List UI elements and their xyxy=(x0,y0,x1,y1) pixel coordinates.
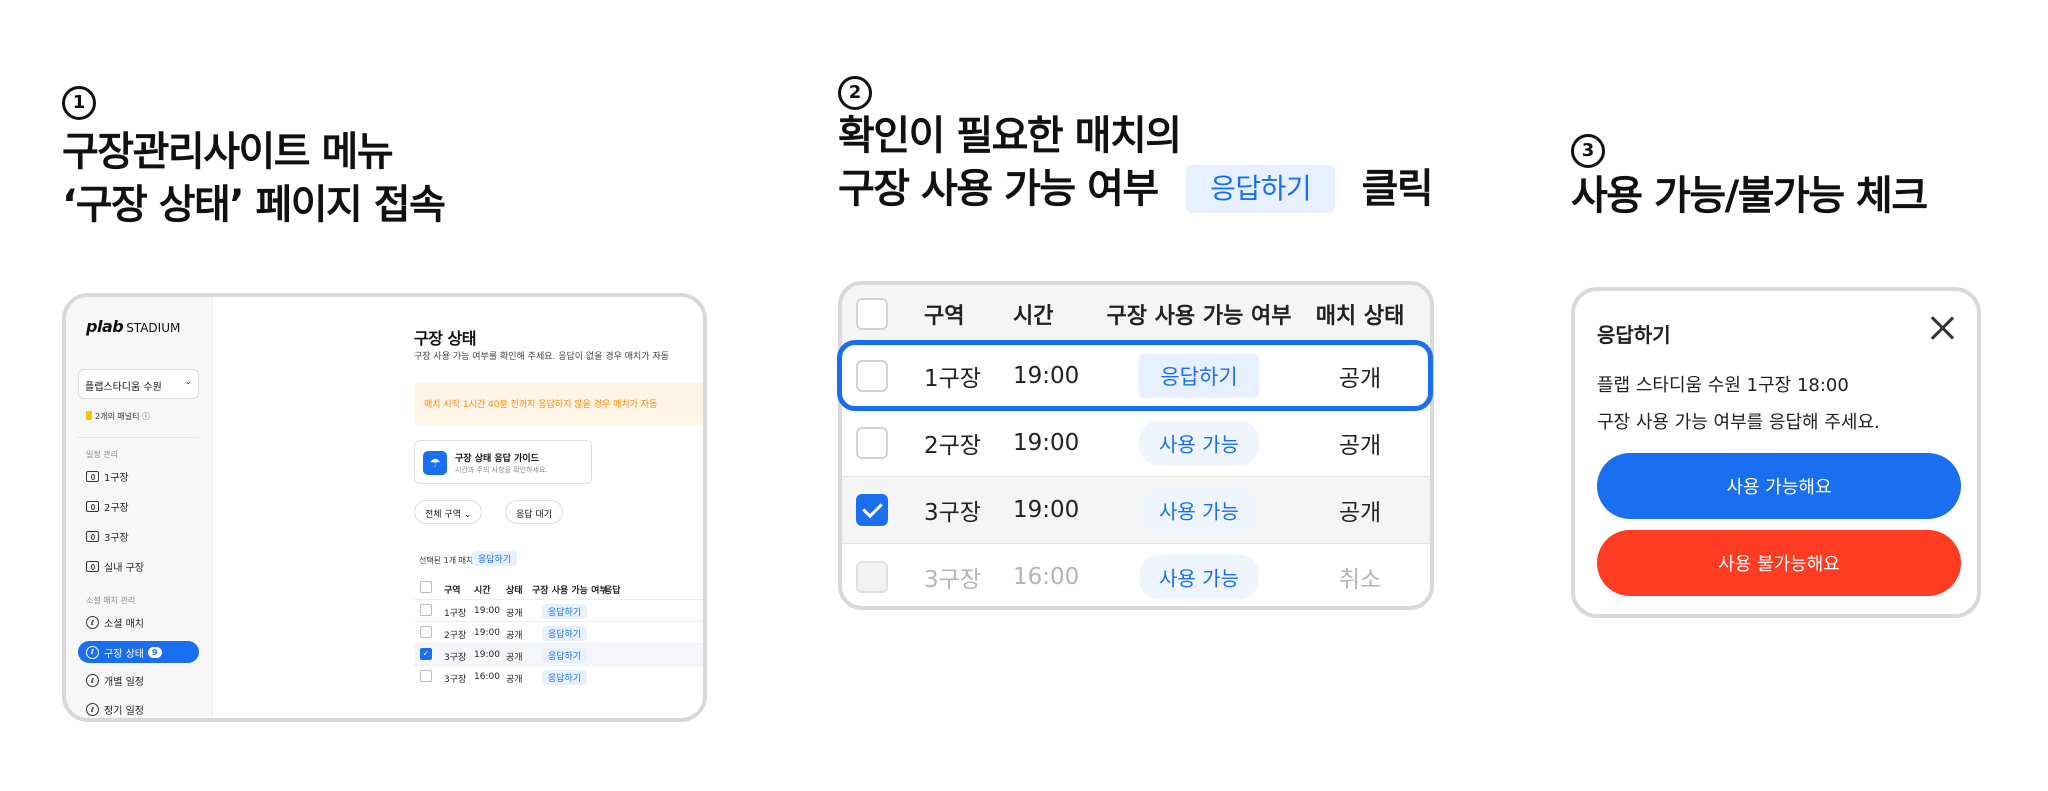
sidebar-item-court-status[interactable]: ℓ 구장 상태 9 xyxy=(78,641,199,663)
court-icon xyxy=(86,561,99,572)
page-description: 구장 사용 가능 여부를 확인해 주세요. 응답이 없을 경우 매치가 자동 xyxy=(414,352,670,362)
guide-subtitle: 시간과 주의 사항을 확인하세요. xyxy=(455,466,548,474)
unavailable-button[interactable]: 사용 불가능해요 xyxy=(1597,530,1961,596)
respond-button[interactable]: 응답하기 xyxy=(542,626,588,641)
chevron-down-icon: ⌄ xyxy=(463,510,472,520)
row-highlight-outline xyxy=(837,340,1433,411)
close-icon[interactable] xyxy=(1929,315,1955,341)
status-filter[interactable]: 응답 대기 xyxy=(505,500,563,524)
page-title: 구장 상태 xyxy=(414,329,476,348)
match-info: 플랩 스타디움 수원 1구장 18:00 xyxy=(1597,375,1849,396)
availability-badge[interactable]: 사용 가능 xyxy=(1139,487,1259,533)
row-checkbox[interactable] xyxy=(420,670,432,682)
step-2-heading: 2 확인이 필요한 매치의 구장 사용 가능 여부 응답하기 클릭 xyxy=(838,76,1434,216)
bulk-respond-button[interactable]: 응답하기 xyxy=(472,551,518,566)
zone-filter[interactable]: 전체 구역 ⌄ xyxy=(414,500,483,524)
modal-title: 응답하기 xyxy=(1597,323,1671,347)
table-row[interactable]: ✓ 3구장 19:00 공개 응답하기 xyxy=(414,643,703,665)
main-content: 구장 상태 구장 사용 가능 여부를 확인해 주세요. 응답이 없을 경우 매치… xyxy=(213,297,703,718)
step-number-badge: 1 xyxy=(62,86,96,120)
sidebar-item-personal-schedule[interactable]: ℓ 개별 일정 xyxy=(86,673,144,688)
court-icon xyxy=(86,471,99,482)
sidebar-section-schedule: 일정 관리 xyxy=(86,450,118,459)
row-checkbox[interactable]: ✓ xyxy=(420,648,432,660)
sidebar-item-court-1[interactable]: 1구장 xyxy=(86,469,129,484)
table-row[interactable]: 1구장 19:00 공개 응답하기 xyxy=(414,599,703,621)
sidebar-item-court-3[interactable]: 3구장 xyxy=(86,529,129,544)
penalty-icon xyxy=(86,411,92,420)
table-row[interactable]: 3구장 16:00 사용 가능 취소 xyxy=(842,543,1430,606)
row-checkbox[interactable] xyxy=(420,604,432,616)
respond-button[interactable]: 응답하기 xyxy=(542,604,588,619)
step-number-badge: 2 xyxy=(838,76,872,110)
ball-icon: ℓ xyxy=(86,616,99,629)
selected-count: 선택된 1개 매치 xyxy=(419,556,474,565)
response-guide-card[interactable]: ☂ 구장 상태 응답 가이드 시간과 주의 사항을 확인하세요. xyxy=(414,440,592,484)
respond-badge-example: 응답하기 xyxy=(1186,165,1336,213)
respond-modal: 응답하기 플랩 스타디움 수원 1구장 18:00 구장 사용 가능 여부를 응… xyxy=(1571,287,1981,618)
row-checkbox[interactable] xyxy=(856,494,888,526)
sidebar-item-court-2[interactable]: 2구장 xyxy=(86,499,129,514)
step-3-heading: 3 사용 가능/불가능 체크 xyxy=(1571,134,1928,223)
sidebar-divider xyxy=(78,437,199,438)
sidebar-item-indoor-court[interactable]: 실내 구장 xyxy=(86,559,144,574)
step-2-title-line1: 확인이 필요한 매치의 xyxy=(838,113,1182,159)
table-row[interactable]: 2구장 19:00 공개 응답하기 xyxy=(414,621,703,643)
guide-title: 구장 상태 응답 가이드 xyxy=(455,454,539,464)
count-badge: 9 xyxy=(147,646,162,658)
chevron-down-icon: ⌄ xyxy=(184,377,192,387)
select-all-checkbox[interactable] xyxy=(856,297,888,330)
warning-banner: 매치 시작 1시간 40분 전까지 응답하지 않을 경우 매치가 자동 xyxy=(414,383,703,425)
sidebar-item-regular-schedule[interactable]: ℓ 정기 일정 xyxy=(86,702,144,717)
availability-table: 구역 시간 구장 사용 가능 여부 매치 상태 1구장 19:00 응답하기 공… xyxy=(838,281,1434,610)
court-admin-screenshot: plab STADIUM 플랩스타디움 수원 ⌄ 2개의 패널티 ⓘ 일정 관리 … xyxy=(62,293,707,722)
respond-button[interactable]: 응답하기 xyxy=(542,648,588,663)
sidebar-item-social-match[interactable]: ℓ 소셜 매치 xyxy=(86,615,144,630)
step-3-title: 사용 가능/불가능 체크 xyxy=(1571,173,1928,219)
sidebar-section-social: 소셜 매치 관리 xyxy=(86,596,136,605)
table-header: 구역 시간 상태 구장 사용 가능 여부 응답 xyxy=(414,577,703,599)
table-row[interactable]: 3구장 16:00 공개 응답하기 xyxy=(414,665,703,687)
step-number-badge: 3 xyxy=(1571,134,1605,168)
plab-stadium-logo: plab STADIUM xyxy=(86,317,181,336)
court-icon xyxy=(86,501,99,512)
respond-button[interactable]: 응답하기 xyxy=(542,670,588,685)
ball-icon: ℓ xyxy=(86,674,99,687)
modal-prompt: 구장 사용 가능 여부를 응답해 주세요. xyxy=(1597,412,1880,433)
court-icon xyxy=(86,531,99,542)
table-row[interactable]: 2구장 19:00 사용 가능 공개 xyxy=(842,409,1430,476)
cloud-rain-icon: ☂ xyxy=(423,451,447,475)
available-button[interactable]: 사용 가능해요 xyxy=(1597,453,1961,519)
penalty-count[interactable]: 2개의 패널티 ⓘ xyxy=(86,411,150,422)
availability-badge[interactable]: 사용 가능 xyxy=(1139,420,1259,466)
ball-icon: ℓ xyxy=(86,703,99,716)
row-checkbox[interactable] xyxy=(420,626,432,638)
stadium-select[interactable]: 플랩스타디움 수원 ⌄ xyxy=(78,369,199,399)
row-checkbox[interactable] xyxy=(856,427,888,459)
step-2-title-line2: 구장 사용 가능 여부 응답하기 클릭 xyxy=(838,165,1434,213)
sidebar: plab STADIUM 플랩스타디움 수원 ⌄ 2개의 패널티 ⓘ 일정 관리 … xyxy=(66,297,213,718)
step-1-title-line2: ‘구장 상태’ 페이지 접속 xyxy=(62,182,446,228)
ball-icon: ℓ xyxy=(86,645,99,659)
availability-badge[interactable]: 사용 가능 xyxy=(1139,554,1259,600)
select-all-checkbox[interactable] xyxy=(420,581,432,593)
row-checkbox[interactable] xyxy=(856,561,888,593)
step-1-title-line1: 구장관리사이트 메뉴 xyxy=(62,129,394,175)
step-1-heading: 1 구장관리사이트 메뉴 ‘구장 상태’ 페이지 접속 xyxy=(62,86,446,232)
table-header: 구역 시간 구장 사용 가능 여부 매치 상태 xyxy=(842,285,1430,342)
table-row[interactable]: 3구장 19:00 사용 가능 공개 xyxy=(842,476,1430,543)
